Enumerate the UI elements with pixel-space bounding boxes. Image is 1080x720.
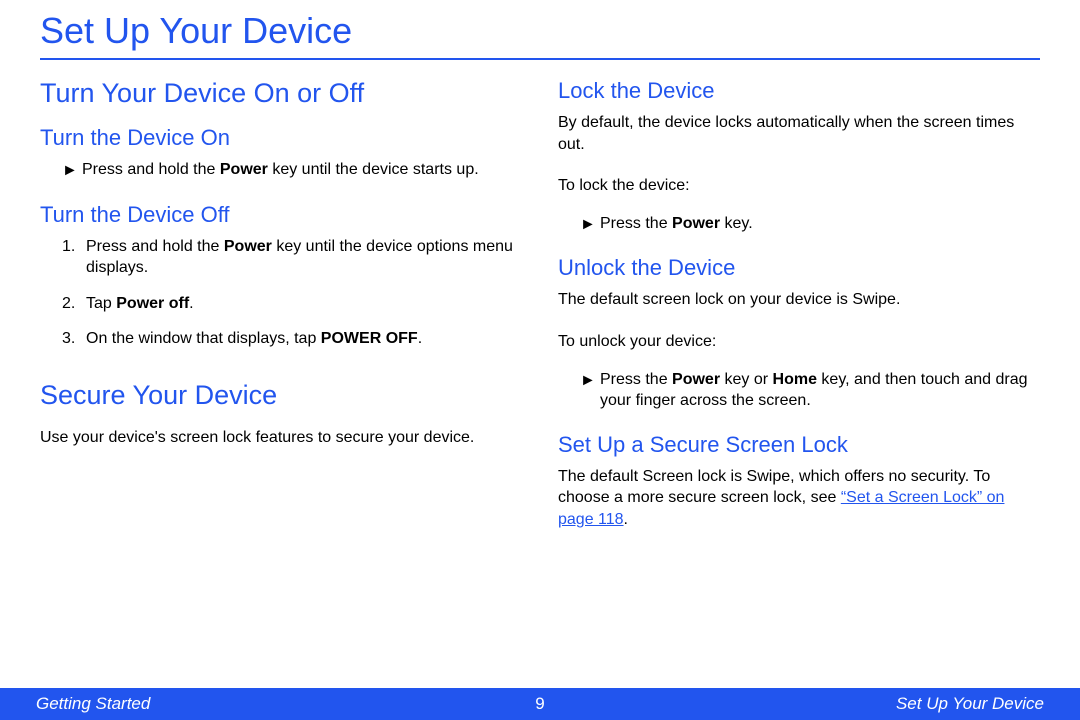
footer-page-title: Set Up Your Device — [570, 694, 1044, 714]
heading-setup-lock: Set Up a Secure Screen Lock — [558, 432, 1040, 458]
heading-turn-on: Turn the Device On — [40, 125, 522, 151]
footer-page-number: 9 — [510, 694, 570, 714]
unlock-label: To unlock your device: — [558, 331, 1040, 353]
heading-unlock: Unlock the Device — [558, 255, 1040, 281]
heading-turn-off: Turn the Device Off — [40, 202, 522, 228]
step-unlock: ► Press the Power key or Home key, and t… — [558, 369, 1040, 412]
heading-turn-on-off: Turn Your Device On or Off — [40, 78, 522, 109]
step-off-1: 1. Press and hold the Power key until th… — [62, 236, 522, 279]
step-number: 3. — [62, 328, 86, 350]
heading-secure: Secure Your Device — [40, 380, 522, 411]
step-off-2: 2. Tap Power off. — [62, 293, 522, 315]
arrow-icon: ► — [62, 160, 82, 182]
arrow-icon: ► — [580, 214, 600, 236]
footer-section-name: Getting Started — [36, 694, 510, 714]
left-column: Turn Your Device On or Off Turn the Devi… — [40, 74, 522, 547]
lock-intro-text: By default, the device locks automatical… — [558, 112, 1040, 155]
heading-lock: Lock the Device — [558, 78, 1040, 104]
step-number: 2. — [62, 293, 86, 315]
step-off-3: 3. On the window that displays, tap POWE… — [62, 328, 522, 350]
step-number: 1. — [62, 236, 86, 258]
lock-label: To lock the device: — [558, 175, 1040, 197]
right-column: Lock the Device By default, the device l… — [558, 74, 1040, 547]
step-turn-on: ► Press and hold the Power key until the… — [40, 159, 522, 182]
page-footer: Getting Started 9 Set Up Your Device — [0, 688, 1080, 720]
setup-lock-text: The default Screen lock is Swipe, which … — [558, 466, 1040, 531]
page-title: Set Up Your Device — [40, 10, 1040, 60]
step-turn-on-text: Press and hold the Power key until the d… — [82, 159, 522, 181]
step-lock: ► Press the Power key. — [558, 213, 1040, 236]
arrow-icon: ► — [580, 370, 600, 392]
unlock-intro-text: The default screen lock on your device i… — [558, 289, 1040, 311]
secure-intro-text: Use your device's screen lock features t… — [40, 427, 522, 449]
